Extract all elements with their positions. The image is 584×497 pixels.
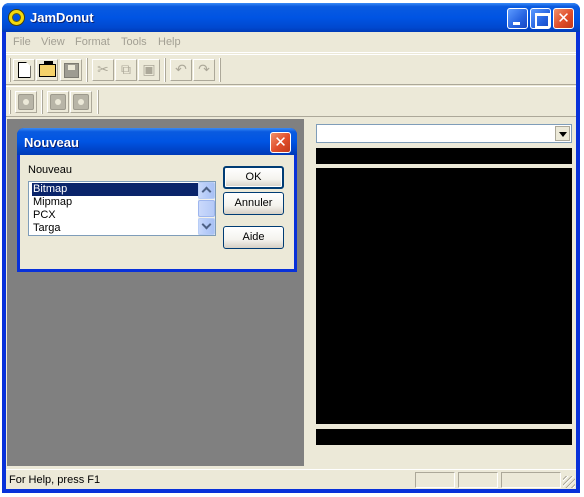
toolbar-grip[interactable] xyxy=(9,90,11,114)
status-text: For Help, press F1 xyxy=(9,474,101,486)
cut-icon: ✂ xyxy=(97,62,109,78)
status-pane-3 xyxy=(501,472,561,488)
dialog-title-bar[interactable]: Nouveau ✕ xyxy=(17,128,297,155)
dialog-label: Nouveau xyxy=(28,164,73,176)
cancel-button[interactable]: Annuler xyxy=(223,192,284,215)
tool-icon-1 xyxy=(18,94,34,110)
status-pane-1 xyxy=(415,472,455,488)
status-bar: For Help, press F1 xyxy=(6,469,576,489)
copy-button[interactable]: ⧉ xyxy=(115,59,137,81)
preview-canvas[interactable] xyxy=(316,168,572,424)
tool-icon-2 xyxy=(50,94,66,110)
list-item-pcx[interactable]: PCX xyxy=(32,209,198,222)
dialog-close-button[interactable]: ✕ xyxy=(270,132,291,153)
menu-help[interactable]: Help xyxy=(158,36,181,48)
open-button[interactable] xyxy=(36,59,58,81)
scroll-up-icon[interactable] xyxy=(198,182,215,199)
scroll-down-icon[interactable] xyxy=(198,218,215,235)
help-button[interactable]: Aide xyxy=(223,226,284,249)
maximize-button[interactable] xyxy=(530,8,551,29)
copy-icon: ⧉ xyxy=(121,62,131,78)
tool-button-3[interactable] xyxy=(70,91,92,113)
minimize-button[interactable] xyxy=(507,8,528,29)
toolbar-separator xyxy=(41,90,43,114)
redo-button[interactable]: ↷ xyxy=(193,59,215,81)
paste-button[interactable]: ▣ xyxy=(138,59,160,81)
menu-tools[interactable]: Tools xyxy=(121,36,147,48)
tool-icon-3 xyxy=(73,94,89,110)
tool-button-1[interactable] xyxy=(15,91,37,113)
tools-toolbar xyxy=(6,86,576,117)
ok-button[interactable]: OK xyxy=(223,166,284,189)
list-item-mipmap[interactable]: Mipmap xyxy=(32,196,198,209)
toolbar-separator xyxy=(86,58,88,82)
new-button[interactable] xyxy=(13,59,35,81)
listbox-scrollbar[interactable] xyxy=(198,182,215,235)
list-item-targa[interactable]: Targa xyxy=(32,222,198,235)
preview-bottom-bar xyxy=(316,429,572,445)
close-icon: ✕ xyxy=(557,9,570,27)
scroll-thumb[interactable] xyxy=(198,200,215,217)
save-icon xyxy=(63,62,79,78)
window-title: JamDonut xyxy=(30,10,94,25)
app-donut-icon[interactable] xyxy=(9,10,24,25)
preview-top-bar xyxy=(316,148,572,164)
menu-view[interactable]: View xyxy=(41,36,65,48)
redo-icon: ↷ xyxy=(198,62,210,78)
paste-icon: ▣ xyxy=(142,62,156,78)
toolbar-separator xyxy=(164,58,166,82)
undo-icon: ↶ xyxy=(175,62,187,78)
close-icon: ✕ xyxy=(274,133,287,151)
close-button[interactable]: ✕ xyxy=(553,8,574,29)
menu-bar: File View Format Tools Help xyxy=(6,32,576,53)
standard-toolbar: ✂ ⧉ ▣ ↶ ↷ xyxy=(6,54,576,85)
status-pane-2 xyxy=(458,472,498,488)
new-file-icon xyxy=(17,62,31,78)
toolbar-end xyxy=(219,58,221,82)
chevron-down-icon[interactable] xyxy=(555,126,570,141)
title-bar[interactable]: JamDonut ✕ xyxy=(2,3,580,32)
preview-pane xyxy=(310,118,576,467)
dialog-title: Nouveau xyxy=(24,135,79,150)
dialog-body: Nouveau Bitmap Mipmap PCX Targa OK Annul… xyxy=(20,155,294,269)
tool-button-2[interactable] xyxy=(47,91,69,113)
undo-button[interactable]: ↶ xyxy=(170,59,192,81)
new-dialog: Nouveau ✕ Nouveau Bitmap Mipmap PCX Targ… xyxy=(17,128,297,272)
status-divider xyxy=(305,472,310,488)
list-item-bitmap[interactable]: Bitmap xyxy=(32,183,198,196)
format-listbox[interactable]: Bitmap Mipmap PCX Targa xyxy=(28,181,216,236)
toolbar-end xyxy=(97,90,99,114)
open-folder-icon xyxy=(38,60,56,77)
preview-combo[interactable] xyxy=(316,124,572,143)
toolbar-grip[interactable] xyxy=(9,58,11,82)
resize-grip-icon[interactable] xyxy=(563,476,575,488)
cut-button[interactable]: ✂ xyxy=(92,59,114,81)
menu-file[interactable]: File xyxy=(13,36,31,48)
menu-format[interactable]: Format xyxy=(75,36,110,48)
save-button[interactable] xyxy=(60,59,82,81)
